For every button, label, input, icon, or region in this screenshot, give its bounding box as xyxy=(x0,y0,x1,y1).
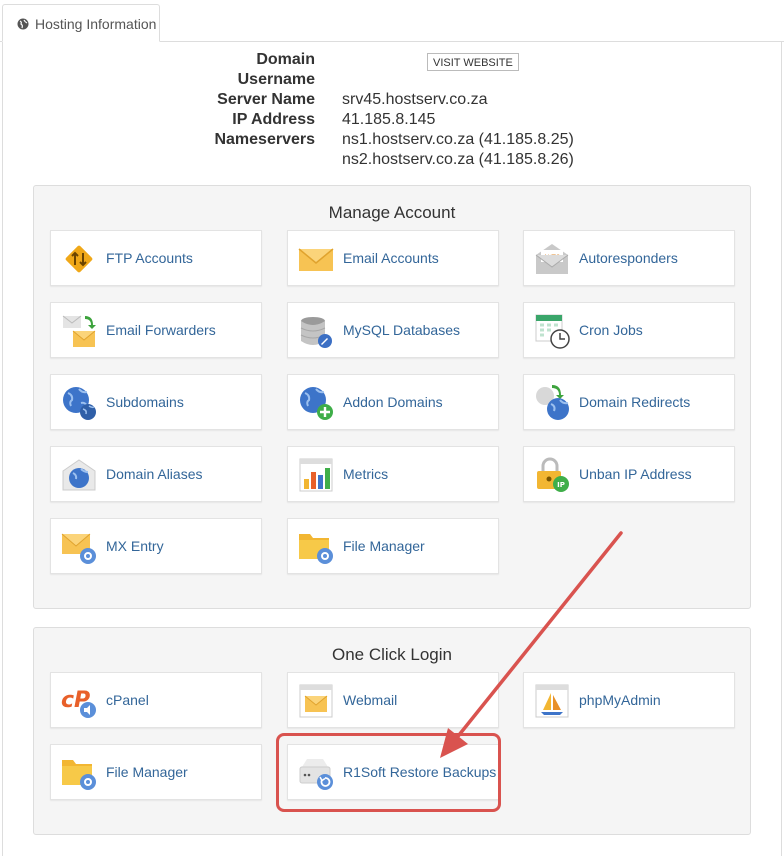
annotation-arrow-icon xyxy=(440,531,623,758)
